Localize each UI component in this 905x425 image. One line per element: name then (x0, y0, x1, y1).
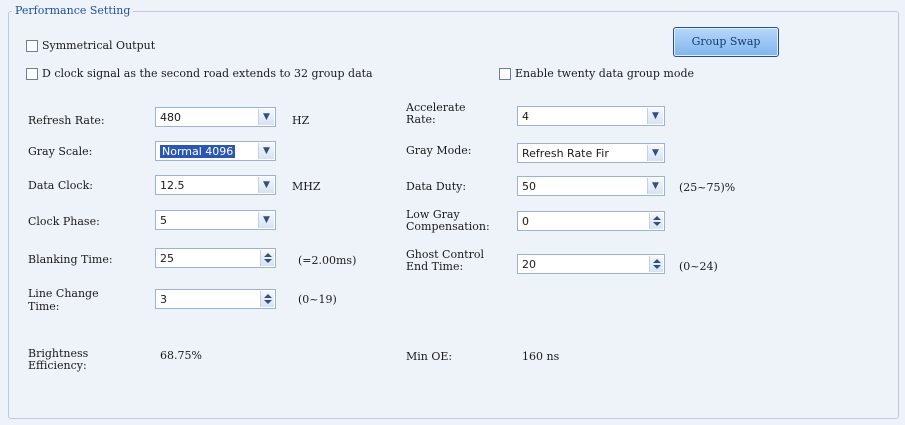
ghost-control-value: 20 (522, 258, 536, 271)
twenty-group-label: Enable twenty data group mode (515, 67, 695, 80)
low-gray-value: 0 (522, 215, 529, 228)
blanking-time-value: 25 (160, 252, 174, 265)
blanking-time-label: Blanking Time: (28, 253, 113, 266)
accelerate-rate-dropdown[interactable]: 4 ▼ (517, 106, 665, 126)
blanking-time-stepper[interactable]: 25 (155, 248, 276, 268)
data-duty-value: 50 (522, 180, 536, 193)
line-change-stepper[interactable]: 3 (155, 289, 276, 309)
d-clock-label: D clock signal as the second road extend… (42, 67, 373, 80)
ghost-control-label-2: End Time: (406, 260, 464, 273)
refresh-rate-dropdown[interactable]: 480 ▼ (155, 107, 276, 127)
spin-arrows-icon[interactable] (649, 213, 663, 229)
data-clock-value: 12.5 (160, 179, 185, 192)
twenty-group-checkbox[interactable] (499, 68, 511, 80)
clock-phase-value: 5 (160, 214, 167, 227)
ghost-control-stepper[interactable]: 20 (517, 254, 665, 274)
chevron-down-icon[interactable]: ▼ (258, 212, 274, 228)
refresh-rate-label: Refresh Rate: (28, 114, 105, 127)
group-title: Performance Setting (12, 4, 134, 17)
gray-scale-value-wrap: Normal 4096 (160, 145, 236, 158)
min-oe-label: Min OE: (406, 350, 453, 363)
accelerate-rate-label-2: Rate: (406, 113, 436, 126)
spin-arrows-icon[interactable] (649, 256, 663, 272)
clock-phase-dropdown[interactable]: 5 ▼ (155, 210, 276, 230)
chevron-down-icon[interactable]: ▼ (258, 177, 274, 193)
accelerate-rate-value: 4 (522, 110, 529, 123)
gray-scale-value: Normal 4096 (160, 145, 236, 158)
gray-mode-value: Refresh Rate Fir (522, 147, 609, 160)
group-swap-button[interactable]: Group Swap (673, 27, 779, 57)
gray-scale-label: Gray Scale: (28, 145, 93, 158)
brightness-value: 68.75% (160, 349, 202, 362)
min-oe-value: 160 ns (522, 350, 560, 363)
data-duty-dropdown[interactable]: 50 ▼ (517, 176, 665, 196)
chevron-down-icon[interactable]: ▼ (647, 108, 663, 124)
symmetrical-output-label: Symmetrical Output (42, 39, 156, 52)
data-duty-label: Data Duty: (406, 180, 467, 193)
brightness-label-2: Efficiency: (28, 359, 87, 372)
gray-mode-dropdown[interactable]: Refresh Rate Fir ▼ (517, 143, 665, 163)
data-clock-dropdown[interactable]: 12.5 ▼ (155, 175, 276, 195)
chevron-down-icon[interactable]: ▼ (647, 145, 663, 161)
refresh-rate-unit: HZ (292, 114, 310, 127)
clock-phase-label: Clock Phase: (28, 215, 100, 228)
chevron-down-icon[interactable]: ▼ (258, 143, 274, 159)
line-change-label-1: Line Change (28, 287, 99, 300)
gray-scale-dropdown[interactable]: Normal 4096 ▼ (155, 141, 276, 161)
low-gray-label-2: Compensation: (406, 220, 490, 233)
chevron-down-icon[interactable]: ▼ (258, 109, 274, 125)
spin-arrows-icon[interactable] (260, 250, 274, 266)
line-change-label-2: Time: (28, 300, 60, 313)
line-change-value: 3 (160, 293, 167, 306)
symmetrical-output-checkbox[interactable] (26, 40, 38, 52)
line-change-hint: (0~19) (298, 293, 337, 306)
refresh-rate-value: 480 (160, 111, 181, 124)
ghost-control-hint: (0~24) (679, 260, 718, 273)
spin-arrows-icon[interactable] (260, 291, 274, 307)
low-gray-stepper[interactable]: 0 (517, 211, 665, 231)
gray-mode-label: Gray Mode: (406, 144, 472, 157)
chevron-down-icon[interactable]: ▼ (647, 178, 663, 194)
data-duty-hint: (25~75)% (679, 181, 736, 194)
d-clock-checkbox[interactable] (26, 68, 38, 80)
data-clock-label: Data Clock: (28, 179, 93, 192)
blanking-time-hint: (=2.00ms) (298, 254, 357, 267)
data-clock-unit: MHZ (292, 180, 321, 193)
